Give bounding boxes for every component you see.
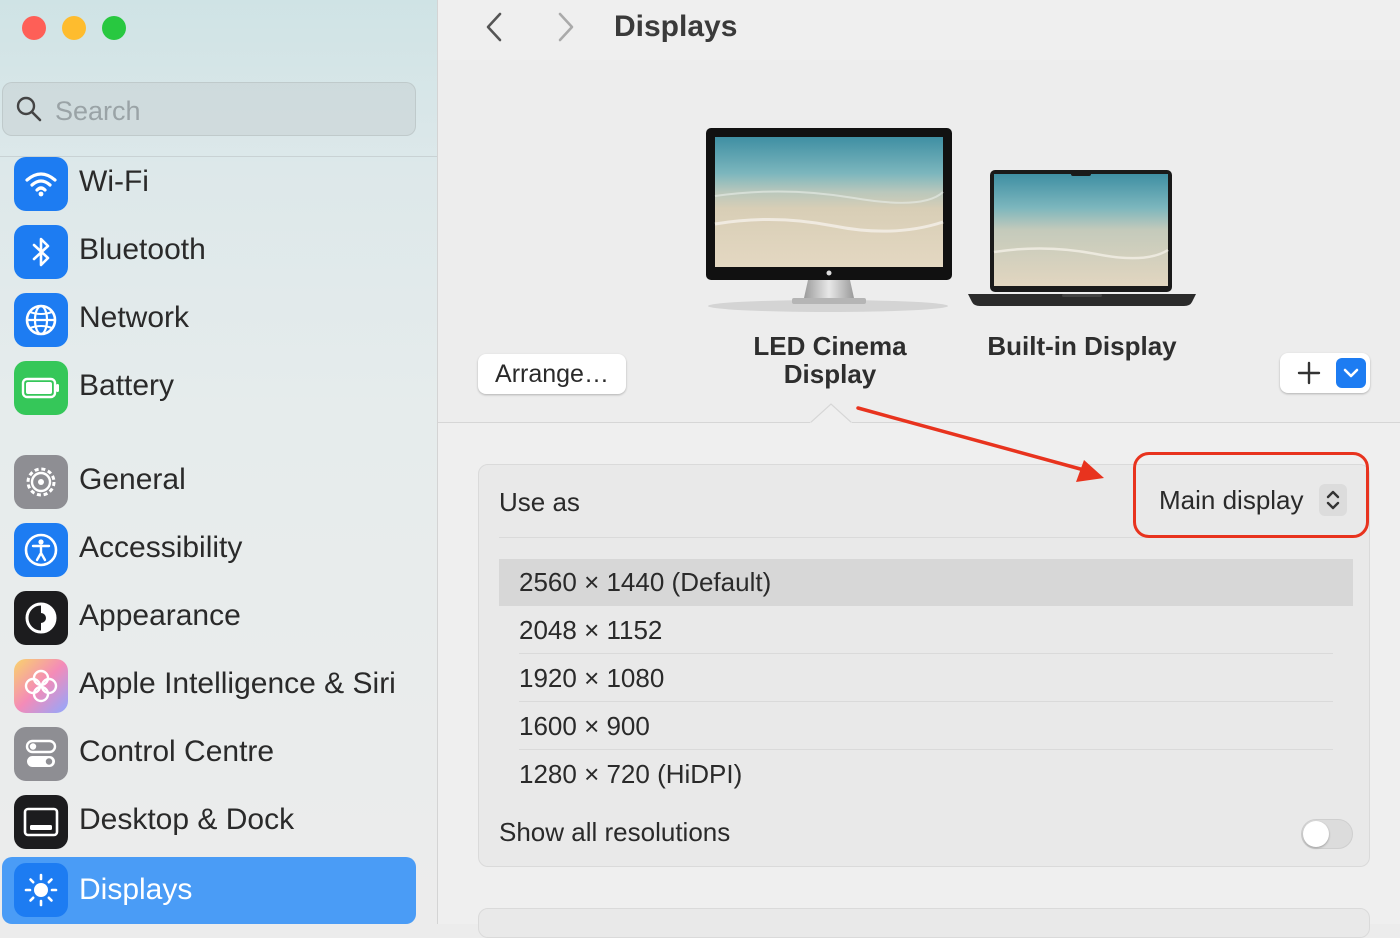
external-display-name: LED Cinema Display: [730, 332, 930, 388]
globe-icon: [14, 293, 68, 347]
annotation-highlight-box: [1133, 452, 1369, 538]
resolution-option-label: 2560 × 1440 (Default): [519, 567, 772, 597]
toggle-knob: [1303, 821, 1329, 847]
resolution-option-label: 1280 × 720 (HiDPI): [519, 759, 743, 789]
chevron-down-icon: [1343, 368, 1359, 378]
sidebar-item-appearance[interactable]: Appearance: [2, 586, 416, 650]
resolution-option[interactable]: 2048 × 1152: [499, 607, 1353, 654]
chevron-left-icon[interactable]: [478, 10, 512, 44]
sidebar-item-label: Wi-Fi: [79, 165, 149, 198]
resolution-option-label: 2048 × 1152: [519, 615, 663, 645]
sidebar-item-label: Displays: [79, 873, 193, 906]
show-all-resolutions-toggle[interactable]: [1301, 819, 1353, 849]
sidebar-item-label: Accessibility: [79, 531, 243, 564]
external-display-name-line2: Display: [783, 359, 877, 389]
led-cinema-display-thumbnail[interactable]: [704, 126, 960, 316]
sidebar-item-accessibility[interactable]: Accessibility: [2, 518, 416, 582]
sidebar-item-displays[interactable]: Displays: [2, 857, 416, 924]
siri-icon: [14, 659, 68, 713]
gear-icon: [14, 455, 68, 509]
resolution-option[interactable]: 1920 × 1080: [499, 655, 1353, 702]
add-display-button[interactable]: [1280, 353, 1370, 393]
sidebar-item-label: Appearance: [79, 599, 241, 632]
battery-icon: [14, 361, 68, 415]
dock-icon: [14, 795, 68, 849]
sidebar-item-bluetooth[interactable]: Bluetooth: [2, 220, 416, 284]
built-in-display-thumbnail[interactable]: [966, 168, 1198, 310]
sidebar-item-label: Network: [79, 301, 190, 334]
show-all-resolutions-label: Show all resolutions: [499, 817, 731, 847]
resolution-option[interactable]: 1280 × 720 (HiDPI): [499, 751, 1353, 798]
sidebar-item-label: General: [79, 463, 186, 496]
sun-icon: [14, 863, 68, 917]
sidebar-item-label: Control Centre: [79, 735, 275, 768]
zoom-window-button[interactable]: [102, 16, 126, 40]
accessibility-icon: [14, 523, 68, 577]
bluetooth-icon: [14, 225, 68, 279]
control-centre-icon: [14, 727, 68, 781]
search-placeholder: Search: [55, 96, 141, 126]
row-divider: [519, 701, 1333, 702]
wifi-icon: [14, 157, 68, 211]
arrange-button[interactable]: Arrange…: [478, 354, 626, 394]
appearance-icon: [14, 591, 68, 645]
use-as-label: Use as: [499, 487, 580, 517]
external-display-name-line1: LED Cinema: [753, 331, 907, 361]
selected-display-pointer: [810, 403, 852, 424]
row-divider: [519, 749, 1333, 750]
sidebar-item-general[interactable]: General: [2, 450, 416, 514]
sidebar-item-desktop-dock[interactable]: Desktop & Dock: [2, 790, 416, 854]
sidebar-item-apple-intelligence-siri[interactable]: Apple Intelligence & Siri: [2, 654, 416, 718]
sidebar-item-label: Bluetooth: [79, 233, 206, 266]
close-window-button[interactable]: [22, 16, 46, 40]
next-settings-panel: [478, 908, 1370, 938]
sidebar-item-label: Desktop & Dock: [79, 803, 295, 836]
sidebar-item-network[interactable]: Network: [2, 288, 416, 352]
minimize-window-button[interactable]: [62, 16, 86, 40]
sidebar-item-label: Apple Intelligence & Siri: [79, 667, 396, 700]
resolution-option[interactable]: 1600 × 900: [499, 703, 1353, 750]
annotation-arrow: [856, 406, 1104, 482]
resolution-option[interactable]: 2560 × 1440 (Default): [499, 559, 1353, 606]
resolution-option-label: 1920 × 1080: [519, 663, 665, 693]
sidebar-item-label: Battery: [79, 369, 175, 402]
sidebar-item-wifi[interactable]: Wi-Fi: [2, 152, 416, 216]
sidebar-item-battery[interactable]: Battery: [2, 356, 416, 420]
plus-icon: [1297, 361, 1321, 385]
sidebar: Search Wi-Fi Bluetooth Network Battery G…: [0, 0, 438, 924]
search-icon: [16, 96, 42, 122]
search-field[interactable]: Search: [2, 82, 416, 136]
row-divider: [519, 653, 1333, 654]
main-content: Displays LED Cinema Display Built-in Dis…: [438, 0, 1400, 938]
page-title: Displays: [614, 10, 738, 43]
sidebar-item-control-centre[interactable]: Control Centre: [2, 722, 416, 786]
add-display-menu-button[interactable]: [1336, 358, 1366, 388]
chevron-right-icon[interactable]: [548, 10, 582, 44]
resolution-option-label: 1600 × 900: [519, 711, 650, 741]
builtin-display-name: Built-in Display: [987, 331, 1177, 361]
